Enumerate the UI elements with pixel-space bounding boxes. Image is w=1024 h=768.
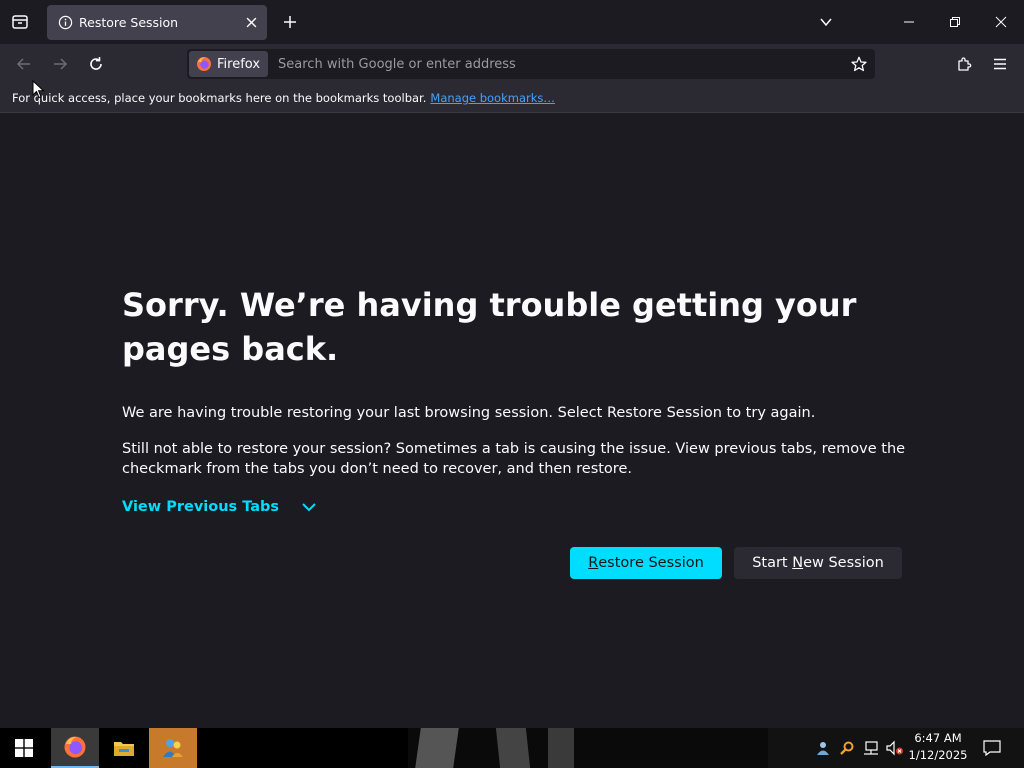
back-button[interactable] bbox=[8, 48, 40, 80]
tab-strip: Restore Session bbox=[0, 0, 1024, 44]
close-window-button[interactable] bbox=[978, 0, 1024, 44]
tab-title: Restore Session bbox=[79, 15, 179, 30]
taskbar: 6:47 AM 1/12/2025 bbox=[0, 728, 1024, 768]
info-icon bbox=[57, 15, 73, 31]
clock-time: 6:47 AM bbox=[914, 731, 962, 745]
tray-user-icon[interactable] bbox=[812, 728, 834, 768]
restore-session-page: Sorry. We’re having trouble getting your… bbox=[0, 113, 1024, 728]
forward-button[interactable] bbox=[44, 48, 76, 80]
restore-session-button[interactable]: Restore Session bbox=[570, 547, 722, 579]
minimize-button[interactable] bbox=[886, 0, 932, 44]
identity-box[interactable]: Firefox bbox=[189, 51, 269, 77]
restore-window-button[interactable] bbox=[932, 0, 978, 44]
new-session-label-start: Start bbox=[752, 555, 793, 571]
bookmark-page-button[interactable] bbox=[845, 50, 873, 78]
volume-muted-icon[interactable] bbox=[884, 728, 906, 768]
navigation-toolbar: Firefox bbox=[0, 44, 1024, 84]
restore-help-message: Still not able to restore your session? … bbox=[122, 441, 906, 477]
clock-date: 1/12/2025 bbox=[908, 748, 968, 762]
manage-bookmarks-link[interactable]: Manage bookmarks… bbox=[430, 91, 555, 105]
puzzle-icon bbox=[958, 57, 972, 71]
wallpaper-strip bbox=[408, 728, 768, 768]
chevron-down-icon bbox=[302, 503, 316, 512]
tray-search-icon[interactable] bbox=[836, 728, 858, 768]
taskbar-clock[interactable]: 6:47 AM 1/12/2025 bbox=[906, 730, 970, 764]
close-icon[interactable] bbox=[239, 11, 263, 35]
new-session-accesskey: N bbox=[792, 555, 804, 571]
bookmarks-toolbar: For quick access, place your bookmarks h… bbox=[0, 84, 1024, 113]
identity-label: Firefox bbox=[217, 56, 261, 72]
firefox-logo-icon bbox=[64, 736, 86, 758]
mouse-cursor-icon bbox=[32, 80, 45, 99]
windows-logo-icon bbox=[15, 739, 33, 757]
start-new-session-button[interactable]: Start New Session bbox=[734, 547, 902, 579]
action-center-button[interactable] bbox=[978, 728, 1006, 768]
network-icon[interactable] bbox=[860, 728, 882, 768]
star-icon bbox=[851, 56, 867, 72]
people-icon bbox=[163, 739, 183, 757]
close-window-icon bbox=[995, 16, 1007, 28]
forward-arrow-icon bbox=[54, 58, 68, 70]
hamburger-icon bbox=[994, 58, 1006, 70]
tab-restore-session[interactable]: Restore Session bbox=[47, 5, 267, 40]
extensions-button[interactable] bbox=[948, 48, 980, 80]
firefox-logo-icon bbox=[197, 57, 211, 71]
restore-window-icon bbox=[950, 17, 960, 27]
new-session-label-rest: ew Session bbox=[803, 555, 884, 571]
restore-accesskey: R bbox=[588, 555, 599, 571]
app-menu-button[interactable] bbox=[984, 48, 1016, 80]
page-title: Sorry. We’re having trouble getting your… bbox=[122, 286, 857, 368]
view-previous-tabs-toggle[interactable]: View Previous Tabs bbox=[122, 499, 317, 515]
address-input[interactable] bbox=[276, 50, 845, 78]
folder-icon bbox=[114, 742, 134, 756]
minimize-icon bbox=[904, 21, 914, 23]
plus-icon[interactable] bbox=[278, 10, 302, 34]
notification-icon bbox=[983, 740, 1001, 756]
restore-message: We are having trouble restoring your las… bbox=[122, 405, 816, 421]
chevron-down-icon[interactable] bbox=[814, 10, 838, 34]
taskbar-app[interactable] bbox=[149, 728, 197, 768]
taskbar-file-explorer[interactable] bbox=[100, 728, 148, 768]
back-arrow-icon bbox=[16, 58, 30, 70]
start-button[interactable] bbox=[0, 728, 48, 768]
restore-button-label: estore Session bbox=[598, 555, 704, 571]
reload-button[interactable] bbox=[80, 48, 112, 80]
taskbar-firefox[interactable] bbox=[51, 728, 99, 768]
bookmarks-empty-message: For quick access, place your bookmarks h… bbox=[12, 91, 555, 105]
reload-icon bbox=[90, 57, 102, 70]
view-previous-tabs-label: View Previous Tabs bbox=[122, 499, 280, 515]
firefox-view-button[interactable] bbox=[0, 0, 40, 44]
tab-list-icon bbox=[12, 15, 28, 29]
bookmarks-message-text: For quick access, place your bookmarks h… bbox=[12, 91, 427, 105]
url-bar: Firefox bbox=[187, 49, 875, 79]
